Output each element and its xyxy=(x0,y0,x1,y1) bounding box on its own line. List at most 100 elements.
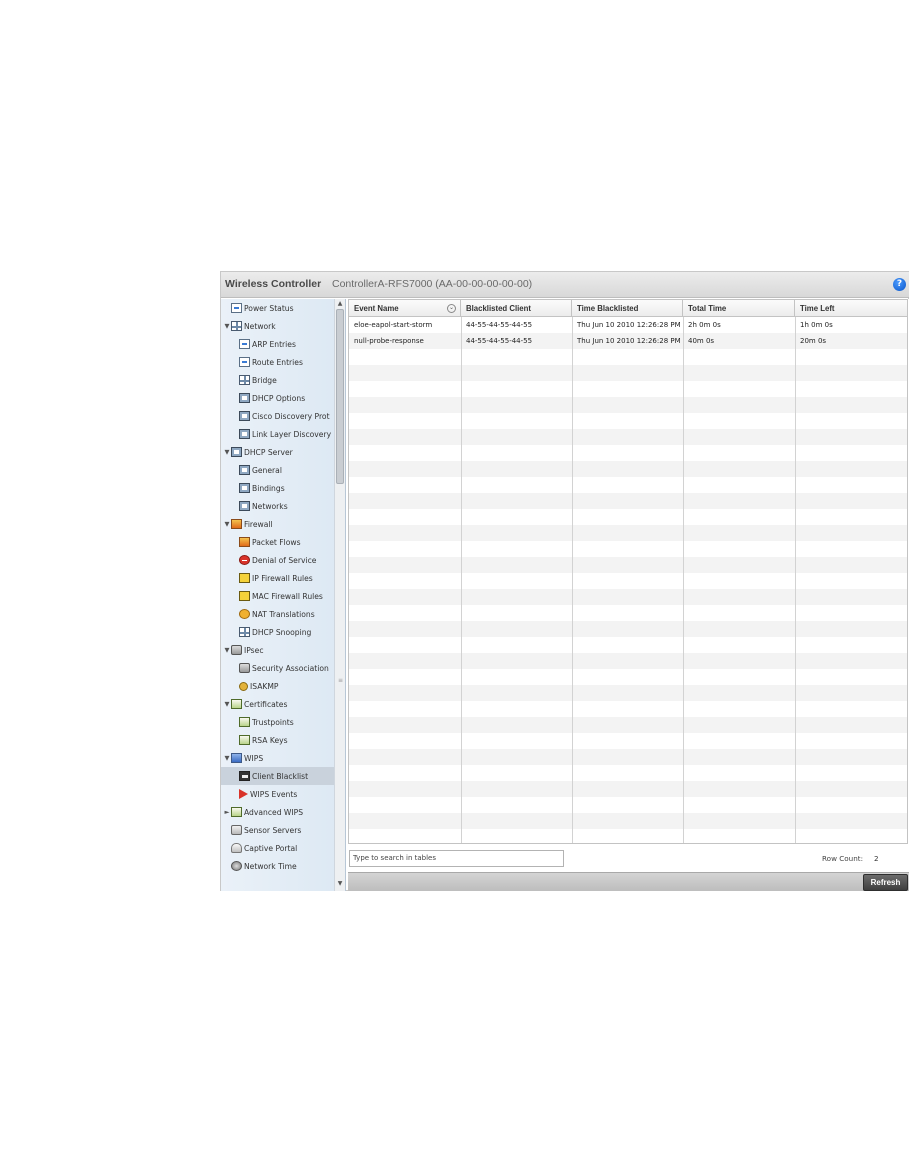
sidebar-item-general[interactable]: General xyxy=(221,461,334,479)
splitter-grip-icon[interactable]: ≡ xyxy=(338,677,343,684)
sidebar-item-ipsec[interactable]: ▼ IPsec xyxy=(221,641,334,659)
column-header-event-name[interactable]: Event Name ⌄ xyxy=(349,300,461,317)
sidebar-item-power-status[interactable]: Power Status xyxy=(221,299,334,317)
sidebar-item-link-layer-discovery[interactable]: Link Layer Discovery xyxy=(221,425,334,443)
security-association-icon xyxy=(239,663,250,673)
firewall-icon xyxy=(231,519,242,529)
sidebar-item-label: Security Association xyxy=(252,663,329,673)
sidebar-item-client-blacklist[interactable]: Client Blacklist xyxy=(221,767,334,785)
sidebar-item-label: Bindings xyxy=(252,483,285,493)
sidebar-item-network[interactable]: ▼ Network xyxy=(221,317,334,335)
table-cell: Thu Jun 10 2010 12:26:28 PM xyxy=(577,321,681,329)
sidebar-item-label: Route Entries xyxy=(252,357,303,367)
sidebar-item-label: Advanced WIPS xyxy=(244,807,304,817)
sidebar-item-route-entries[interactable]: Route Entries xyxy=(221,353,334,371)
table-cell: 1h 0m 0s xyxy=(800,321,833,329)
dhcp-options-icon xyxy=(239,393,250,403)
expand-caret-icon[interactable]: ▼ xyxy=(223,700,231,708)
scroll-up-arrow-icon[interactable]: ▲ xyxy=(335,299,345,309)
sidebar-item-bridge[interactable]: Bridge xyxy=(221,371,334,389)
empty-table-row xyxy=(349,413,907,429)
sidebar-item-mac-firewall-rules[interactable]: MAC Firewall Rules xyxy=(221,587,334,605)
sidebar-item-denial-of-service[interactable]: Denial of Service xyxy=(221,551,334,569)
sidebar-item-nat-translations[interactable]: NAT Translations xyxy=(221,605,334,623)
table-row[interactable]: eloe-eapol-start-storm 44-55-44-55-44-55 T… xyxy=(349,317,907,333)
sidebar-scrollbar[interactable]: ▲ ≡ ▼ xyxy=(334,299,345,891)
network-icon xyxy=(231,321,242,331)
table-row[interactable]: null-probe-response 44-55-44-55-44-55 Thu … xyxy=(349,333,907,349)
sidebar-item-label: Packet Flows xyxy=(252,537,301,547)
refresh-button[interactable]: Refresh xyxy=(863,874,908,891)
sidebar-item-dhcp-options[interactable]: DHCP Options xyxy=(221,389,334,407)
collapse-caret-icon[interactable]: ► xyxy=(223,808,231,816)
sidebar-item-label: DHCP Snooping xyxy=(252,627,312,637)
sidebar-item-captive-portal[interactable]: Captive Portal xyxy=(221,839,334,857)
sidebar-item-arp-entries[interactable]: ARP Entries xyxy=(221,335,334,353)
sidebar-item-wips[interactable]: ▼ WIPS xyxy=(221,749,334,767)
empty-table-row xyxy=(349,717,907,733)
app-title: Wireless Controller xyxy=(225,278,322,290)
sidebar-item-label: Client Blacklist xyxy=(252,771,309,781)
scrollbar-thumb[interactable] xyxy=(336,309,344,484)
sidebar-item-networks[interactable]: Networks xyxy=(221,497,334,515)
sidebar-item-dhcp-snooping[interactable]: DHCP Snooping xyxy=(221,623,334,641)
row-count-label: Row Count: xyxy=(822,854,863,863)
sidebar-item-label: ARP Entries xyxy=(252,339,296,349)
sidebar-item-network-time[interactable]: Network Time xyxy=(221,857,334,875)
help-icon[interactable]: ? xyxy=(893,278,906,291)
sidebar-item-label: IPsec xyxy=(244,645,264,655)
column-header-time-left[interactable]: Time Left xyxy=(795,300,907,317)
table-cell: Thu Jun 10 2010 12:26:28 PM xyxy=(577,337,681,345)
sidebar-item-firewall[interactable]: ▼ Firewall xyxy=(221,515,334,533)
sidebar-item-rsa-keys[interactable]: RSA Keys xyxy=(221,731,334,749)
column-divider xyxy=(683,317,684,843)
search-input[interactable]: Type to search in tables xyxy=(349,850,564,867)
sidebar-item-bindings[interactable]: Bindings xyxy=(221,479,334,497)
cisco-discovery-icon xyxy=(239,411,250,421)
table-header: Event Name ⌄ Blacklisted Client Time Blackl… xyxy=(349,300,907,317)
blacklist-table: Event Name ⌄ Blacklisted Client Time Blackl… xyxy=(348,299,908,844)
sidebar-item-label: Certificates xyxy=(244,699,288,709)
column-header-blacklisted-client[interactable]: Blacklisted Client xyxy=(461,300,572,317)
client-blacklist-icon xyxy=(239,771,250,781)
sidebar-item-advanced-wips[interactable]: ► Advanced WIPS xyxy=(221,803,334,821)
column-header-time-blacklisted[interactable]: Time Blacklisted xyxy=(572,300,683,317)
sidebar-item-sensor-servers[interactable]: Sensor Servers xyxy=(221,821,334,839)
advanced-wips-icon xyxy=(231,807,242,817)
sidebar-item-trustpoints[interactable]: Trustpoints xyxy=(221,713,334,731)
column-header-label: Time Blacklisted xyxy=(577,304,639,313)
expand-caret-icon[interactable]: ▼ xyxy=(223,646,231,654)
expand-caret-icon[interactable]: ▼ xyxy=(223,448,231,456)
scroll-down-arrow-icon[interactable]: ▼ xyxy=(335,879,345,889)
empty-table-row xyxy=(349,685,907,701)
sidebar-item-dhcp-server[interactable]: ▼ DHCP Server xyxy=(221,443,334,461)
app-window: Wireless Controller ControllerA-RFS7000 … xyxy=(220,271,909,891)
sidebar-item-packet-flows[interactable]: Packet Flows xyxy=(221,533,334,551)
sidebar-item-label: NAT Translations xyxy=(252,609,315,619)
empty-table-row xyxy=(349,621,907,637)
empty-table-row xyxy=(349,589,907,605)
empty-table-row xyxy=(349,541,907,557)
expand-caret-icon[interactable]: ▼ xyxy=(223,322,231,330)
sidebar-item-security-association[interactable]: Security Association xyxy=(221,659,334,677)
route-entries-icon xyxy=(239,357,250,367)
sort-icon[interactable]: ⌄ xyxy=(447,304,456,313)
nat-translations-icon xyxy=(239,609,250,619)
sidebar-item-label: DHCP Server xyxy=(244,447,293,457)
sidebar-item-wips-events[interactable]: WIPS Events xyxy=(221,785,334,803)
sidebar-item-certificates[interactable]: ▼ Certificates xyxy=(221,695,334,713)
sidebar-item-label: Denial of Service xyxy=(252,555,317,565)
expand-caret-icon[interactable]: ▼ xyxy=(223,754,231,762)
packet-flows-icon xyxy=(239,537,250,547)
column-header-total-time[interactable]: Total Time xyxy=(683,300,795,317)
sidebar-item-label: ISAKMP xyxy=(250,681,279,691)
table-cell: eloe-eapol-start-storm xyxy=(354,321,433,329)
sidebar-item-isakmp[interactable]: ISAKMP xyxy=(221,677,334,695)
empty-table-row xyxy=(349,557,907,573)
empty-table-row xyxy=(349,765,907,781)
expand-caret-icon[interactable]: ▼ xyxy=(223,520,231,528)
sidebar-item-ip-firewall-rules[interactable]: IP Firewall Rules xyxy=(221,569,334,587)
empty-table-row xyxy=(349,653,907,669)
dhcp-snooping-icon xyxy=(239,627,250,637)
sidebar-item-cisco-discovery-prot[interactable]: Cisco Discovery Prot xyxy=(221,407,334,425)
